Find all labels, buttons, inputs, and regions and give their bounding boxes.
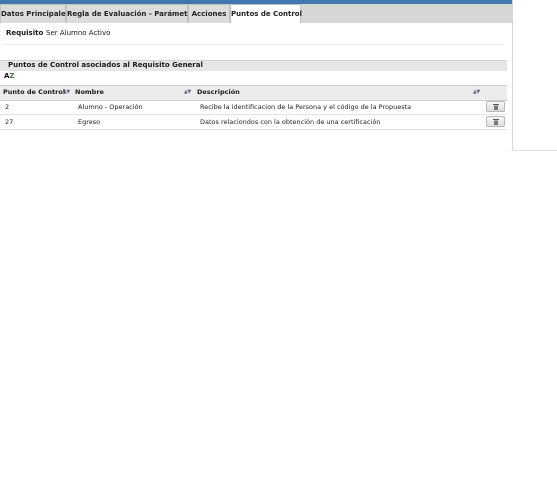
tab-puntos-de-control[interactable]: Puntos de Control xyxy=(230,4,302,24)
trash-icon xyxy=(493,104,499,110)
requisito-value: Ser Alumno Activo xyxy=(46,29,111,37)
cell-nombre: Alumno - Operación xyxy=(78,103,143,111)
column-header-descripcion[interactable]: Descripción xyxy=(197,88,240,96)
trash-icon xyxy=(493,119,499,125)
cell-descripcion: Recibe la identificacion de la Persona y… xyxy=(200,103,412,111)
sort-punto-icon[interactable]: ▲▼ xyxy=(63,88,70,96)
cell-punto: 27 xyxy=(5,118,14,126)
delete-button[interactable] xyxy=(486,116,505,127)
table-row: 27 Egreso Datos relaciondos con la obten… xyxy=(0,115,507,130)
requisito-label: Requisito xyxy=(6,29,44,37)
cell-descripcion: Datos relaciondos con la obtención de un… xyxy=(200,118,381,126)
section-title: Puntos de Control asociados al Requisito… xyxy=(8,61,203,69)
az-sort-icon[interactable]: AZ xyxy=(4,72,15,81)
tab-datos-principales[interactable]: Datos Principales xyxy=(0,4,70,23)
tab-acciones[interactable]: Acciones xyxy=(188,4,230,23)
sort-nombre-icon[interactable]: ▲▼ xyxy=(184,88,191,96)
column-header-nombre[interactable]: Nombre xyxy=(75,88,104,96)
tab-regla-evaluacion[interactable]: Regla de Evaluación - Parámetros xyxy=(66,4,200,23)
delete-button[interactable] xyxy=(486,101,505,112)
cell-nombre: Egreso xyxy=(78,118,101,126)
column-header-punto[interactable]: Punto de Control xyxy=(3,88,65,96)
cell-punto: 2 xyxy=(5,103,10,111)
table-row: 2 Alumno - Operación Recibe la identific… xyxy=(0,100,507,115)
sort-descripcion-icon[interactable]: ▲▼ xyxy=(473,88,480,96)
divider xyxy=(4,44,504,45)
frame-divider-bottom xyxy=(511,150,557,151)
